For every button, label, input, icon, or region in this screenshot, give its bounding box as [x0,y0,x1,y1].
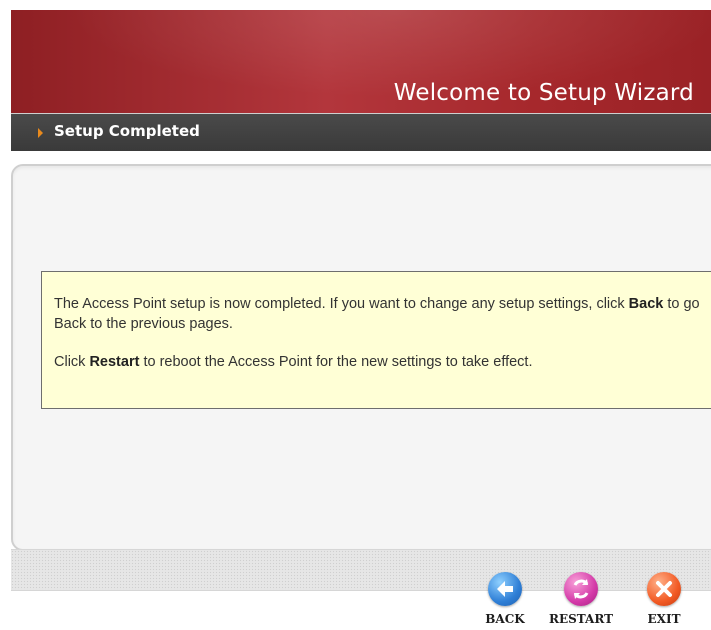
message-paragraph-restart: Click Restart to reboot the Access Point… [54,354,533,370]
back-label: BACK [485,612,525,626]
section-title-bar: Setup Completed [11,113,711,151]
completion-message-box: The Access Point setup is now completed.… [41,271,711,409]
exit-label: EXIT [647,612,681,626]
restart-button[interactable]: RESTART [549,572,614,630]
message-paragraph-back: The Access Point setup is now completed.… [54,296,700,332]
wizard-title: Welcome to Setup Wizard [393,80,694,106]
close-icon [647,572,681,606]
exit-button[interactable]: EXIT [633,572,691,630]
section-title: Setup Completed [54,122,200,140]
restart-icon [564,572,598,606]
header-banner: Welcome to Setup Wizard [11,10,711,113]
back-emphasis: Back [628,296,664,312]
restart-emphasis: Restart [89,354,140,370]
restart-label: RESTART [549,612,614,626]
back-arrow-icon [488,572,522,606]
arrow-right-icon [38,128,43,138]
back-button[interactable]: BACK [474,572,532,630]
